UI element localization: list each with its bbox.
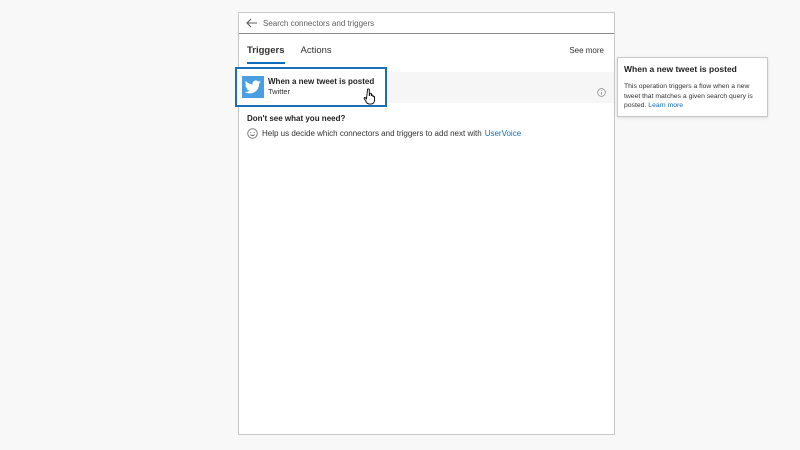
learn-more-link[interactable]: Learn more — [648, 102, 683, 109]
tooltip-title: When a new tweet is posted — [624, 64, 737, 74]
info-icon[interactable] — [597, 84, 606, 97]
back-arrow-icon[interactable] — [243, 14, 261, 32]
help-row: Help us decide which connectors and trig… — [247, 128, 521, 139]
tab-actions[interactable]: Actions — [301, 45, 332, 64]
tab-triggers[interactable]: Triggers — [247, 45, 285, 64]
tooltip-body: This operation triggers a flow when a ne… — [624, 82, 761, 111]
search-bar — [239, 13, 614, 34]
hand-pointer-cursor-icon — [363, 88, 377, 105]
see-more-link[interactable]: See more — [569, 46, 604, 55]
trigger-title: When a new tweet is posted — [268, 77, 375, 86]
trigger-picker-panel: Triggers Actions See more When a new twe… — [235, 12, 615, 435]
trigger-info-tooltip: When a new tweet is posted This operatio… — [617, 57, 768, 117]
smiley-icon — [247, 128, 258, 139]
uservoice-link[interactable]: UserVoice — [485, 129, 521, 138]
app-canvas: Triggers Actions See more When a new twe… — [0, 0, 800, 450]
trigger-connector-name: Twitter — [268, 87, 291, 96]
tab-strip: Triggers Actions — [247, 45, 332, 64]
help-heading: Don't see what you need? — [247, 114, 346, 123]
twitter-bird-icon — [242, 76, 264, 98]
tooltip-description: This operation triggers a flow when a ne… — [624, 83, 753, 109]
trigger-text: When a new tweet is posted Twitter — [268, 77, 374, 97]
search-input[interactable] — [263, 18, 593, 28]
help-text: Help us decide which connectors and trig… — [262, 129, 482, 138]
